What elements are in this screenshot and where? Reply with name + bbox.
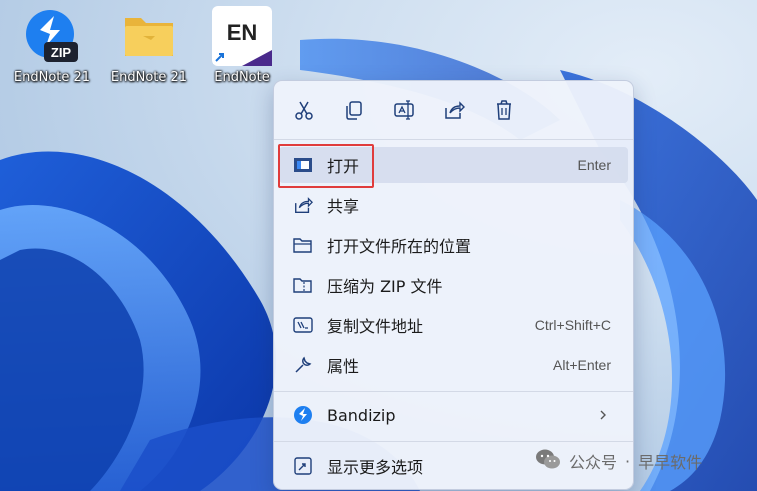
menu-item-copy-path[interactable]: 复制文件地址 Ctrl+Shift+C	[279, 307, 628, 343]
menu-item-shortcut: Enter	[577, 157, 611, 173]
folder-icon	[119, 6, 179, 66]
bandizip-icon	[291, 403, 315, 427]
zip-folder-icon	[291, 273, 315, 297]
desktop-icon-label: EndNote 21	[110, 70, 188, 85]
menu-item-label: 打开文件所在的位置	[327, 237, 472, 256]
menu-item-label: 显示更多选项	[327, 458, 424, 477]
desktop-icon-label: EndNote 21	[13, 70, 91, 85]
trash-icon	[497, 100, 511, 120]
share-icon	[291, 193, 315, 217]
menu-separator	[274, 391, 633, 392]
share-button[interactable]	[434, 90, 474, 130]
watermark-name: 早早软件	[638, 453, 703, 472]
rename-button[interactable]	[384, 90, 424, 130]
folder-open-icon	[291, 233, 315, 257]
menu-item-label: 共享	[327, 197, 360, 216]
desktop-icon-bandizip-archive[interactable]: ZIP EndNote 21	[10, 6, 94, 92]
wrench-icon	[291, 353, 315, 377]
menu-item-label: Bandizip	[327, 405, 396, 425]
desktop-icon-label: EndNote	[214, 70, 270, 85]
rename-icon	[394, 100, 414, 120]
chevron-right-icon	[598, 406, 608, 425]
desktop-icon-endnote-shortcut[interactable]: EN EndNote	[200, 6, 284, 92]
highlight-annotation-box	[278, 144, 374, 188]
share-icon	[445, 101, 465, 119]
menu-separator	[274, 441, 633, 442]
menu-item-label: 压缩为 ZIP 文件	[327, 277, 443, 296]
endnote-shortcut-icon: EN	[212, 6, 272, 66]
svg-text:EN: EN	[227, 20, 258, 45]
menu-item-share[interactable]: 共享	[279, 187, 628, 223]
menu-item-open-file-location[interactable]: 打开文件所在的位置	[279, 227, 628, 263]
cut-button[interactable]	[284, 90, 324, 130]
copy-path-icon	[291, 313, 315, 337]
desktop-icon-folder[interactable]: EndNote 21	[107, 6, 191, 92]
watermark: 公众号 · 早早软件	[535, 448, 702, 474]
watermark-separator: ·	[625, 451, 631, 471]
menu-item-bandizip[interactable]: Bandizip	[279, 397, 628, 433]
delete-button[interactable]	[484, 90, 524, 130]
svg-text:ZIP: ZIP	[51, 45, 72, 60]
menu-item-properties[interactable]: 属性 Alt+Enter	[279, 347, 628, 383]
copy-button[interactable]	[334, 90, 374, 130]
menu-item-shortcut: Ctrl+Shift+C	[534, 317, 611, 333]
menu-item-label: 复制文件地址	[327, 317, 424, 336]
menu-item-compress-zip[interactable]: 压缩为 ZIP 文件	[279, 267, 628, 303]
menu-separator	[274, 139, 633, 140]
watermark-account: 公众号	[569, 453, 618, 472]
scissors-icon	[295, 101, 313, 120]
context-menu-toolbar	[274, 81, 633, 139]
copy-icon	[346, 101, 362, 120]
context-menu: 打开 Enter 共享 打开文件所在的位置 压缩为 ZIP 文件 复制文件地址 …	[273, 80, 634, 490]
menu-item-shortcut: Alt+Enter	[553, 357, 611, 373]
wechat-icon	[535, 448, 561, 474]
bandizip-zip-icon: ZIP	[22, 6, 82, 66]
more-options-icon	[291, 454, 315, 478]
menu-item-label: 属性	[327, 357, 360, 376]
